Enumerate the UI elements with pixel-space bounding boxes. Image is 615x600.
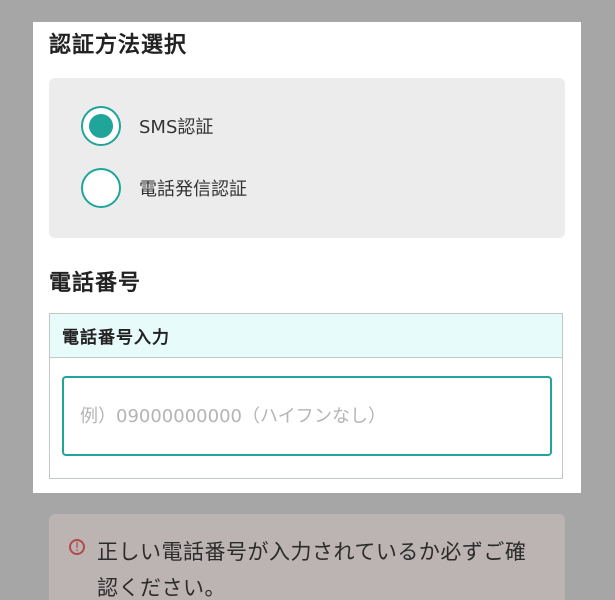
radio-selected-dot [89, 114, 113, 138]
exclamation-circle-icon: ! [69, 539, 85, 555]
auth-method-title: 認証方法選択 [49, 33, 188, 58]
radio-label-sms: SMS認証 [139, 117, 214, 138]
radio-button-phone-call[interactable] [81, 168, 121, 208]
screen: ! 正しい電話番号が入力されているか必ずご確認ください。 認証方法選択 SMS認… [0, 0, 615, 600]
phone-number-title: 電話番号 [49, 271, 142, 296]
radio-button-sms[interactable] [81, 106, 121, 146]
auth-method-radio-group: SMS認証 電話発信認証 [49, 78, 565, 238]
warning-alert: ! 正しい電話番号が入力されているか必ずご確認ください。 [49, 514, 565, 600]
phone-input-header: 電話番号入力 [50, 314, 562, 358]
phone-number-input[interactable] [62, 376, 552, 456]
warning-alert-text: 正しい電話番号が入力されているか必ずご確認ください。 [97, 540, 527, 600]
radio-option-phone-call[interactable]: 電話発信認証 [81, 168, 247, 208]
radio-option-sms[interactable]: SMS認証 [81, 106, 213, 146]
highlighted-panel: 認証方法選択 SMS認証 電話発信認証 電話番号 電話番号入力 [33, 22, 581, 493]
radio-label-phone-call: 電話発信認証 [139, 179, 247, 200]
phone-input-card: 電話番号入力 [49, 313, 563, 479]
